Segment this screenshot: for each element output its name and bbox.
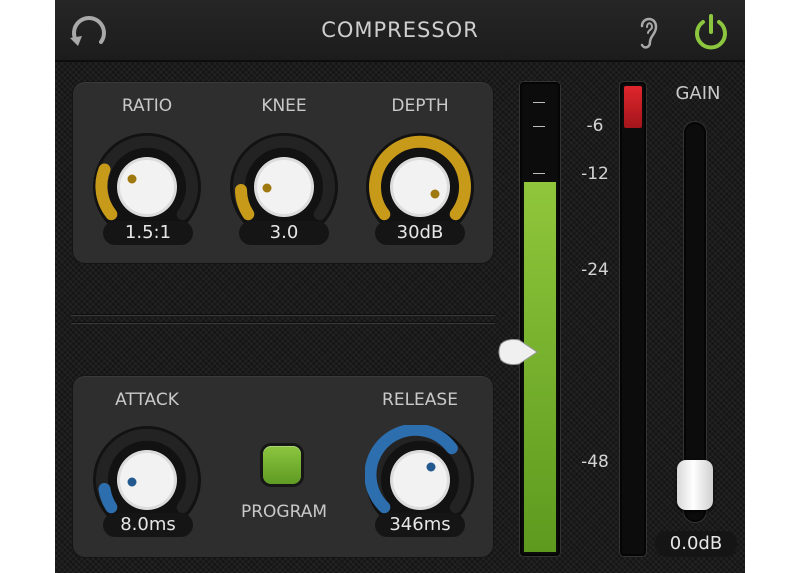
meter-tick	[533, 102, 545, 103]
meter-tick	[533, 173, 545, 174]
power-icon[interactable]	[691, 12, 731, 52]
header-bar: COMPRESSOR	[55, 0, 745, 62]
compressor-plugin: COMPRESSOR RATIO 1.5:1 KNEE 3.0 DEPTH 30…	[55, 0, 745, 573]
attack-value: 8.0ms	[103, 513, 193, 537]
ear-icon[interactable]	[635, 12, 663, 52]
program-label: PROGRAM	[240, 502, 328, 522]
scale-label: -6	[586, 116, 604, 136]
section-divider	[71, 314, 495, 316]
scale-label: -12	[581, 164, 609, 184]
depth-label: DEPTH	[391, 96, 449, 116]
knee-value: 3.0	[239, 221, 329, 245]
scale-label: -24	[581, 260, 609, 280]
release-label: RELEASE	[382, 390, 458, 410]
gain-value: 0.0dB	[655, 531, 737, 557]
threshold-handle[interactable]	[495, 336, 539, 368]
ratio-label: RATIO	[121, 96, 173, 116]
gain-fader-thumb[interactable]	[677, 460, 713, 510]
input-level-meter	[520, 82, 560, 556]
gain-label: GAIN	[675, 83, 721, 104]
knee-label: KNEE	[261, 96, 307, 116]
meter-tick	[533, 126, 545, 127]
release-value: 346ms	[375, 513, 465, 537]
gain-reduction-fill	[624, 86, 642, 128]
attack-label: ATTACK	[115, 390, 179, 410]
gain-reduction-meter	[620, 82, 646, 556]
program-toggle-button[interactable]	[263, 446, 301, 484]
depth-value: 30dB	[375, 221, 465, 245]
scale-label: -48	[581, 452, 609, 472]
section-divider	[71, 322, 495, 324]
ratio-value: 1.5:1	[103, 221, 193, 245]
